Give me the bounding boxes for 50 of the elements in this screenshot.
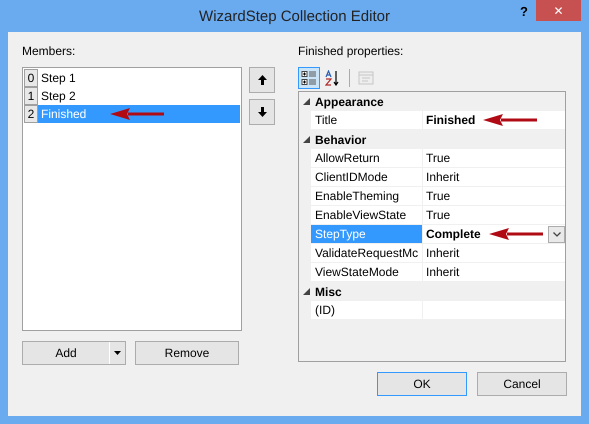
- categorized-icon: [301, 70, 317, 86]
- caret-icon[interactable]: [114, 351, 121, 355]
- up-arrow-icon: [258, 75, 266, 85]
- index-cell: 0: [24, 69, 38, 87]
- property-name[interactable]: EnableTheming: [311, 187, 423, 206]
- property-name[interactable]: AllowReturn: [311, 149, 423, 168]
- annotation-arrow: [110, 108, 166, 120]
- help-button[interactable]: ?: [520, 4, 528, 19]
- category-label: Misc: [314, 284, 342, 298]
- add-split-button[interactable]: Add: [22, 341, 126, 365]
- move-up-button[interactable]: [249, 67, 275, 93]
- property-name[interactable]: ViewStateMode: [311, 263, 423, 282]
- property-name[interactable]: ClientIDMode: [311, 168, 423, 187]
- ok-button[interactable]: OK: [377, 372, 467, 396]
- index-cell: 2: [24, 105, 38, 123]
- property-name[interactable]: EnableViewState: [311, 206, 423, 225]
- members-label: Members:: [22, 44, 76, 60]
- member-item[interactable]: Step 1: [38, 69, 240, 87]
- index-cell: 1: [24, 87, 38, 105]
- dropdown-button[interactable]: [548, 226, 565, 243]
- collapse-icon[interactable]: [302, 136, 310, 143]
- member-item[interactable]: Step 2: [38, 87, 240, 105]
- property-value[interactable]: True: [426, 151, 450, 165]
- property-value[interactable]: Inherit: [426, 265, 460, 279]
- property-value[interactable]: True: [426, 189, 450, 203]
- move-down-button[interactable]: [249, 99, 275, 125]
- annotation-arrow: [483, 114, 540, 126]
- properties-label: Finished properties:: [298, 44, 404, 60]
- annotation-arrow: [488, 228, 545, 240]
- close-button[interactable]: ✕: [536, 0, 581, 21]
- chevron-down-icon: [552, 232, 560, 237]
- sort-az-icon: [325, 70, 341, 86]
- cancel-button[interactable]: Cancel: [477, 372, 567, 396]
- property-value[interactable]: True: [426, 208, 450, 222]
- category-label: Behavior: [314, 132, 366, 146]
- categorized-button[interactable]: [298, 67, 320, 89]
- remove-button[interactable]: Remove: [135, 341, 239, 365]
- property-value[interactable]: Inherit: [426, 170, 460, 184]
- property-value[interactable]: Inherit: [426, 246, 460, 260]
- property-name[interactable]: Title: [311, 111, 423, 130]
- property-pages-icon: [358, 71, 374, 85]
- value-cell[interactable]: [423, 301, 565, 320]
- down-arrow-icon: [258, 107, 266, 117]
- collapse-icon[interactable]: [302, 288, 310, 295]
- property-name[interactable]: ValidateRequestMc: [311, 244, 423, 263]
- collapse-icon[interactable]: [302, 98, 310, 105]
- window-title: WizardStep Collection Editor: [199, 8, 390, 24]
- category-label: Appearance: [314, 94, 384, 108]
- add-button[interactable]: Add: [23, 342, 110, 364]
- property-name[interactable]: (ID): [311, 301, 423, 320]
